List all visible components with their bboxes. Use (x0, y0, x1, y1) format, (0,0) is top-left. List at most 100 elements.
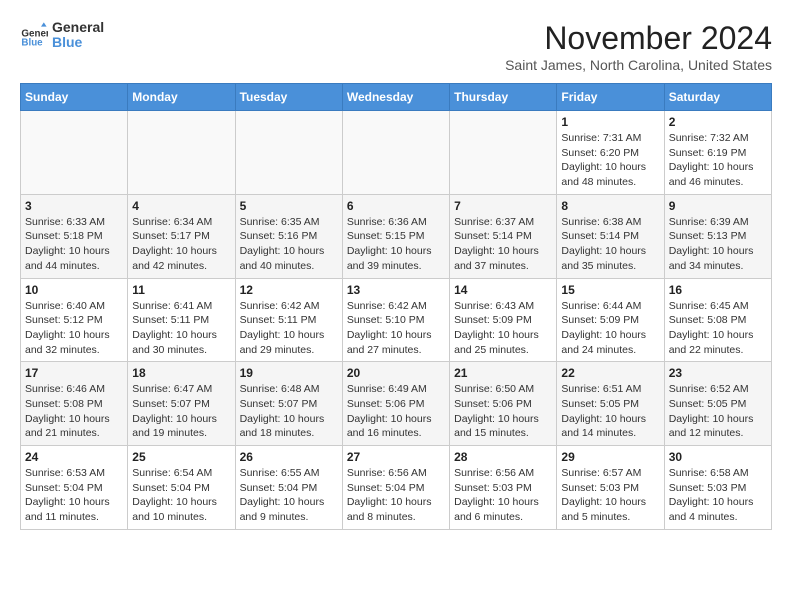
calendar-cell: 18 Sunrise: 6:47 AM Sunset: 5:07 PM Dayli… (128, 362, 235, 446)
day-number: 15 (561, 283, 659, 297)
day-number: 7 (454, 199, 552, 213)
logo-general: General (52, 20, 104, 35)
day-number: 20 (347, 366, 445, 380)
logo-blue: Blue (52, 35, 104, 50)
calendar-cell: 6Sunrise: 6:36 AM Sunset: 5:15 PM Daylig… (342, 194, 449, 278)
day-number: 26 (240, 450, 338, 464)
calendar-header: SundayMondayTuesdayWednesdayThursdayFrid… (21, 84, 772, 111)
day-info: Sunrise: 7:31 AM Sunset: 6:20 PM Dayligh… (561, 131, 659, 190)
logo-text: General Blue (52, 20, 104, 51)
day-info: Sunrise: 6:57 AM Sunset: 5:03 PM Dayligh… (561, 466, 659, 525)
day-info: Sunrise: 6:58 AM Sunset: 5:03 PM Dayligh… (669, 466, 767, 525)
calendar-cell (450, 111, 557, 195)
calendar-cell: 5 Sunrise: 6:35 AM Sunset: 5:16 PM Daylig… (235, 194, 342, 278)
day-number: 4 (132, 199, 230, 213)
day-number: 19 (240, 366, 338, 380)
calendar-table: SundayMondayTuesdayWednesdayThursdayFrid… (20, 83, 772, 530)
weekday-header-thursday: Thursday (450, 84, 557, 111)
day-info: Sunrise: 6:33 AM Sunset: 5:18 PM Dayligh… (25, 215, 123, 274)
day-number: 6 (347, 199, 445, 213)
day-info: Sunrise: 6:38 AM Sunset: 5:14 PM Dayligh… (561, 215, 659, 274)
weekday-header-saturday: Saturday (664, 84, 771, 111)
logo-icon: General Blue (20, 21, 48, 49)
calendar-cell: 19 Sunrise: 6:48 AM Sunset: 5:07 PM Dayli… (235, 362, 342, 446)
calendar-cell: 22 Sunrise: 6:51 AM Sunset: 5:05 PM Dayli… (557, 362, 664, 446)
weekday-header-sunday: Sunday (21, 84, 128, 111)
calendar-cell: 23 Sunrise: 6:52 AM Sunset: 5:05 PM Dayli… (664, 362, 771, 446)
calendar-cell: 29 Sunrise: 6:57 AM Sunset: 5:03 PM Dayli… (557, 446, 664, 530)
day-info: Sunrise: 6:53 AM Sunset: 5:04 PM Dayligh… (25, 466, 123, 525)
day-info: Sunrise: 6:37 AM Sunset: 5:14 PM Dayligh… (454, 215, 552, 274)
day-number: 10 (25, 283, 123, 297)
day-number: 22 (561, 366, 659, 380)
calendar-row-3: 17Sunrise: 6:46 AM Sunset: 5:08 PM Dayli… (21, 362, 772, 446)
calendar-cell: 14 Sunrise: 6:43 AM Sunset: 5:09 PM Dayli… (450, 278, 557, 362)
day-info: Sunrise: 6:42 AM Sunset: 5:11 PM Dayligh… (240, 299, 338, 358)
calendar-cell: 21 Sunrise: 6:50 AM Sunset: 5:06 PM Dayli… (450, 362, 557, 446)
day-number: 12 (240, 283, 338, 297)
page-header: General Blue General Blue November 2024 … (20, 20, 772, 73)
day-info: Sunrise: 6:46 AM Sunset: 5:08 PM Dayligh… (25, 382, 123, 441)
day-info: Sunrise: 6:34 AM Sunset: 5:17 PM Dayligh… (132, 215, 230, 274)
calendar-cell (21, 111, 128, 195)
calendar-cell: 11 Sunrise: 6:41 AM Sunset: 5:11 PM Dayli… (128, 278, 235, 362)
weekday-header-tuesday: Tuesday (235, 84, 342, 111)
calendar-row-0: 1 Sunrise: 7:31 AM Sunset: 6:20 PM Daylig… (21, 111, 772, 195)
calendar-row-4: 24 Sunrise: 6:53 AM Sunset: 5:04 PM Dayli… (21, 446, 772, 530)
day-info: Sunrise: 6:52 AM Sunset: 5:05 PM Dayligh… (669, 382, 767, 441)
calendar-cell: 30 Sunrise: 6:58 AM Sunset: 5:03 PM Dayli… (664, 446, 771, 530)
day-info: Sunrise: 6:48 AM Sunset: 5:07 PM Dayligh… (240, 382, 338, 441)
day-number: 14 (454, 283, 552, 297)
calendar-cell: 3Sunrise: 6:33 AM Sunset: 5:18 PM Daylig… (21, 194, 128, 278)
day-number: 23 (669, 366, 767, 380)
day-info: Sunrise: 6:49 AM Sunset: 5:06 PM Dayligh… (347, 382, 445, 441)
day-info: Sunrise: 6:50 AM Sunset: 5:06 PM Dayligh… (454, 382, 552, 441)
title-area: November 2024 Saint James, North Carolin… (505, 20, 772, 73)
calendar-cell: 28 Sunrise: 6:56 AM Sunset: 5:03 PM Dayli… (450, 446, 557, 530)
day-info: Sunrise: 6:55 AM Sunset: 5:04 PM Dayligh… (240, 466, 338, 525)
day-number: 25 (132, 450, 230, 464)
day-number: 2 (669, 115, 767, 129)
day-info: Sunrise: 6:43 AM Sunset: 5:09 PM Dayligh… (454, 299, 552, 358)
calendar-cell: 4 Sunrise: 6:34 AM Sunset: 5:17 PM Daylig… (128, 194, 235, 278)
day-number: 16 (669, 283, 767, 297)
calendar-cell (128, 111, 235, 195)
day-info: Sunrise: 6:40 AM Sunset: 5:12 PM Dayligh… (25, 299, 123, 358)
day-info: Sunrise: 7:32 AM Sunset: 6:19 PM Dayligh… (669, 131, 767, 190)
calendar-cell: 16 Sunrise: 6:45 AM Sunset: 5:08 PM Dayli… (664, 278, 771, 362)
day-info: Sunrise: 6:42 AM Sunset: 5:10 PM Dayligh… (347, 299, 445, 358)
day-number: 24 (25, 450, 123, 464)
day-number: 28 (454, 450, 552, 464)
weekday-header-row: SundayMondayTuesdayWednesdayThursdayFrid… (21, 84, 772, 111)
day-info: Sunrise: 6:45 AM Sunset: 5:08 PM Dayligh… (669, 299, 767, 358)
logo: General Blue General Blue (20, 20, 104, 51)
day-info: Sunrise: 6:47 AM Sunset: 5:07 PM Dayligh… (132, 382, 230, 441)
calendar-cell: 2 Sunrise: 7:32 AM Sunset: 6:19 PM Daylig… (664, 111, 771, 195)
day-number: 8 (561, 199, 659, 213)
day-number: 18 (132, 366, 230, 380)
calendar-cell: 27Sunrise: 6:56 AM Sunset: 5:04 PM Dayli… (342, 446, 449, 530)
day-number: 21 (454, 366, 552, 380)
calendar-cell: 17Sunrise: 6:46 AM Sunset: 5:08 PM Dayli… (21, 362, 128, 446)
month-title: November 2024 (505, 20, 772, 57)
calendar-cell (235, 111, 342, 195)
day-number: 5 (240, 199, 338, 213)
day-number: 13 (347, 283, 445, 297)
weekday-header-monday: Monday (128, 84, 235, 111)
day-number: 27 (347, 450, 445, 464)
calendar-cell: 24 Sunrise: 6:53 AM Sunset: 5:04 PM Dayli… (21, 446, 128, 530)
calendar-cell (342, 111, 449, 195)
weekday-header-friday: Friday (557, 84, 664, 111)
calendar-cell: 26 Sunrise: 6:55 AM Sunset: 5:04 PM Dayli… (235, 446, 342, 530)
day-info: Sunrise: 6:56 AM Sunset: 5:03 PM Dayligh… (454, 466, 552, 525)
day-number: 11 (132, 283, 230, 297)
day-info: Sunrise: 6:51 AM Sunset: 5:05 PM Dayligh… (561, 382, 659, 441)
day-number: 1 (561, 115, 659, 129)
location-title: Saint James, North Carolina, United Stat… (505, 57, 772, 73)
day-number: 30 (669, 450, 767, 464)
calendar-cell: 20 Sunrise: 6:49 AM Sunset: 5:06 PM Dayli… (342, 362, 449, 446)
day-number: 29 (561, 450, 659, 464)
day-info: Sunrise: 6:35 AM Sunset: 5:16 PM Dayligh… (240, 215, 338, 274)
day-info: Sunrise: 6:41 AM Sunset: 5:11 PM Dayligh… (132, 299, 230, 358)
calendar-row-2: 10 Sunrise: 6:40 AM Sunset: 5:12 PM Dayli… (21, 278, 772, 362)
